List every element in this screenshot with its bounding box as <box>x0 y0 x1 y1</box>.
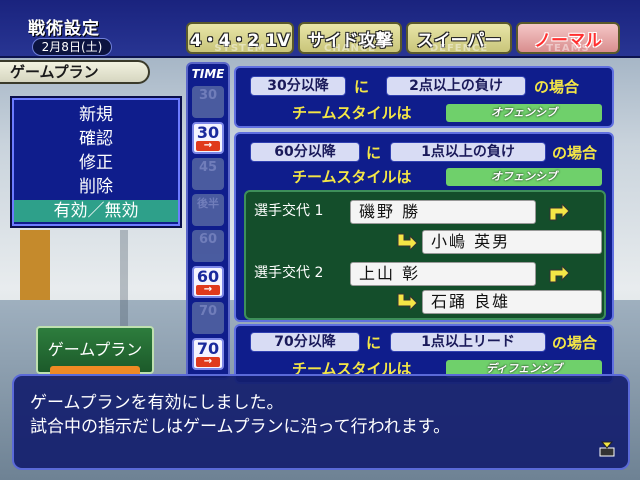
formation-sub: SYSTEM <box>214 43 266 54</box>
style-value: オフェンシブ <box>446 104 602 122</box>
attack-sub: CHANCE <box>324 43 376 54</box>
menu-item-confirm[interactable]: 確認 <box>14 128 178 150</box>
condition-particle: に <box>366 334 382 352</box>
condition-suffix: の場合 <box>552 144 598 162</box>
condition-particle: に <box>354 78 370 96</box>
time-header: TIME <box>191 67 225 81</box>
player-out-name[interactable]: 磯野 勝 <box>350 200 536 224</box>
condition-suffix: の場合 <box>534 78 580 96</box>
defence-sub: DEFENCE <box>429 43 489 54</box>
condition-time: 60分以降 <box>250 142 360 162</box>
time-slot[interactable]: 30 <box>192 86 224 118</box>
continue-cursor-icon <box>599 441 615 457</box>
condition-score: 2点以上の負け <box>386 76 526 96</box>
gameplan-status-label: ゲームプラン <box>47 340 143 359</box>
team-style-button[interactable]: ノーマル TEAMS <box>516 22 620 54</box>
swap-out-arrow-icon <box>549 204 570 221</box>
substitution-panel: 選手交代 1 磯野 勝 小嶋 英男 選手交代 2 上山 彰 石踊 良雄 <box>244 190 606 320</box>
background-pillar <box>20 230 50 300</box>
time-slot[interactable]: 60 <box>192 230 224 262</box>
page-title: 戦術設定 <box>28 19 100 39</box>
time-slot-active[interactable]: 70 <box>192 338 224 370</box>
swap-in-arrow-icon <box>397 293 418 310</box>
condition-time: 70分以降 <box>250 332 360 352</box>
formation-button[interactable]: 4・4・2 1V SYSTEM <box>186 22 294 54</box>
condition-particle: に <box>366 144 382 162</box>
time-slot-active[interactable]: 30 <box>192 122 224 154</box>
message-box[interactable]: ゲームプランを有効にしました。 試合中の指示だしはゲームプランに沿って行われます… <box>12 374 630 470</box>
time-slot-active[interactable]: 60 <box>192 266 224 298</box>
message-line-2: 試合中の指示だしはゲームプランに沿って行われます。 <box>30 417 451 437</box>
player-in-name[interactable]: 小嶋 英男 <box>422 230 602 254</box>
player-out-name[interactable]: 上山 彰 <box>350 262 536 286</box>
gameplan-status-button[interactable]: ゲームプラン <box>36 326 154 380</box>
message-line-1: ゲームプランを有効にしました。 <box>30 393 284 413</box>
condition-score: 1点以上の負け <box>390 142 546 162</box>
attack-button[interactable]: サイド攻撃 CHANCE <box>298 22 402 54</box>
command-menu: 新規 確認 修正 削除 有効／無効 <box>12 98 180 226</box>
time-slot[interactable]: 45 <box>192 158 224 190</box>
condition-panel-2[interactable]: 60分以降 に 1点以上の負け の場合 チームスタイルは オフェンシブ 選手交代… <box>234 132 614 322</box>
menu-item-edit[interactable]: 修正 <box>14 152 178 174</box>
condition-suffix: の場合 <box>552 334 598 352</box>
team-style-sub: TEAMS <box>546 43 590 54</box>
condition-time: 30分以降 <box>250 76 346 96</box>
defence-button[interactable]: スイーパー DEFENCE <box>406 22 512 54</box>
swap-in-arrow-icon <box>397 233 418 250</box>
style-value: オフェンシブ <box>446 168 602 186</box>
player-in-name[interactable]: 石踊 良雄 <box>422 290 602 314</box>
gameplan-tab: ゲームプラン <box>0 60 150 84</box>
time-slot[interactable]: 後半 <box>192 194 224 226</box>
substitution-label: 選手交代 2 <box>254 265 324 281</box>
substitution-label: 選手交代 1 <box>254 203 324 219</box>
style-label: チームスタイルは <box>292 168 412 186</box>
header-bar: 戦術設定 2月8日(土) 4・4・2 1V SYSTEM サイド攻撃 CHANC… <box>0 0 640 58</box>
style-label: チームスタイルは <box>292 104 412 122</box>
menu-item-new[interactable]: 新規 <box>14 104 178 126</box>
menu-item-delete[interactable]: 削除 <box>14 176 178 198</box>
time-slot[interactable]: 70 <box>192 302 224 334</box>
condition-score: 1点以上リード <box>390 332 546 352</box>
date-display: 2月8日(土) <box>32 38 112 56</box>
menu-item-toggle[interactable]: 有効／無効 <box>14 200 178 222</box>
time-column: TIME 30 30 45 後半 60 60 70 70 <box>186 62 230 380</box>
condition-panel-1[interactable]: 30分以降 に 2点以上の負け の場合 チームスタイルは オフェンシブ <box>234 66 614 128</box>
swap-out-arrow-icon <box>549 266 570 283</box>
